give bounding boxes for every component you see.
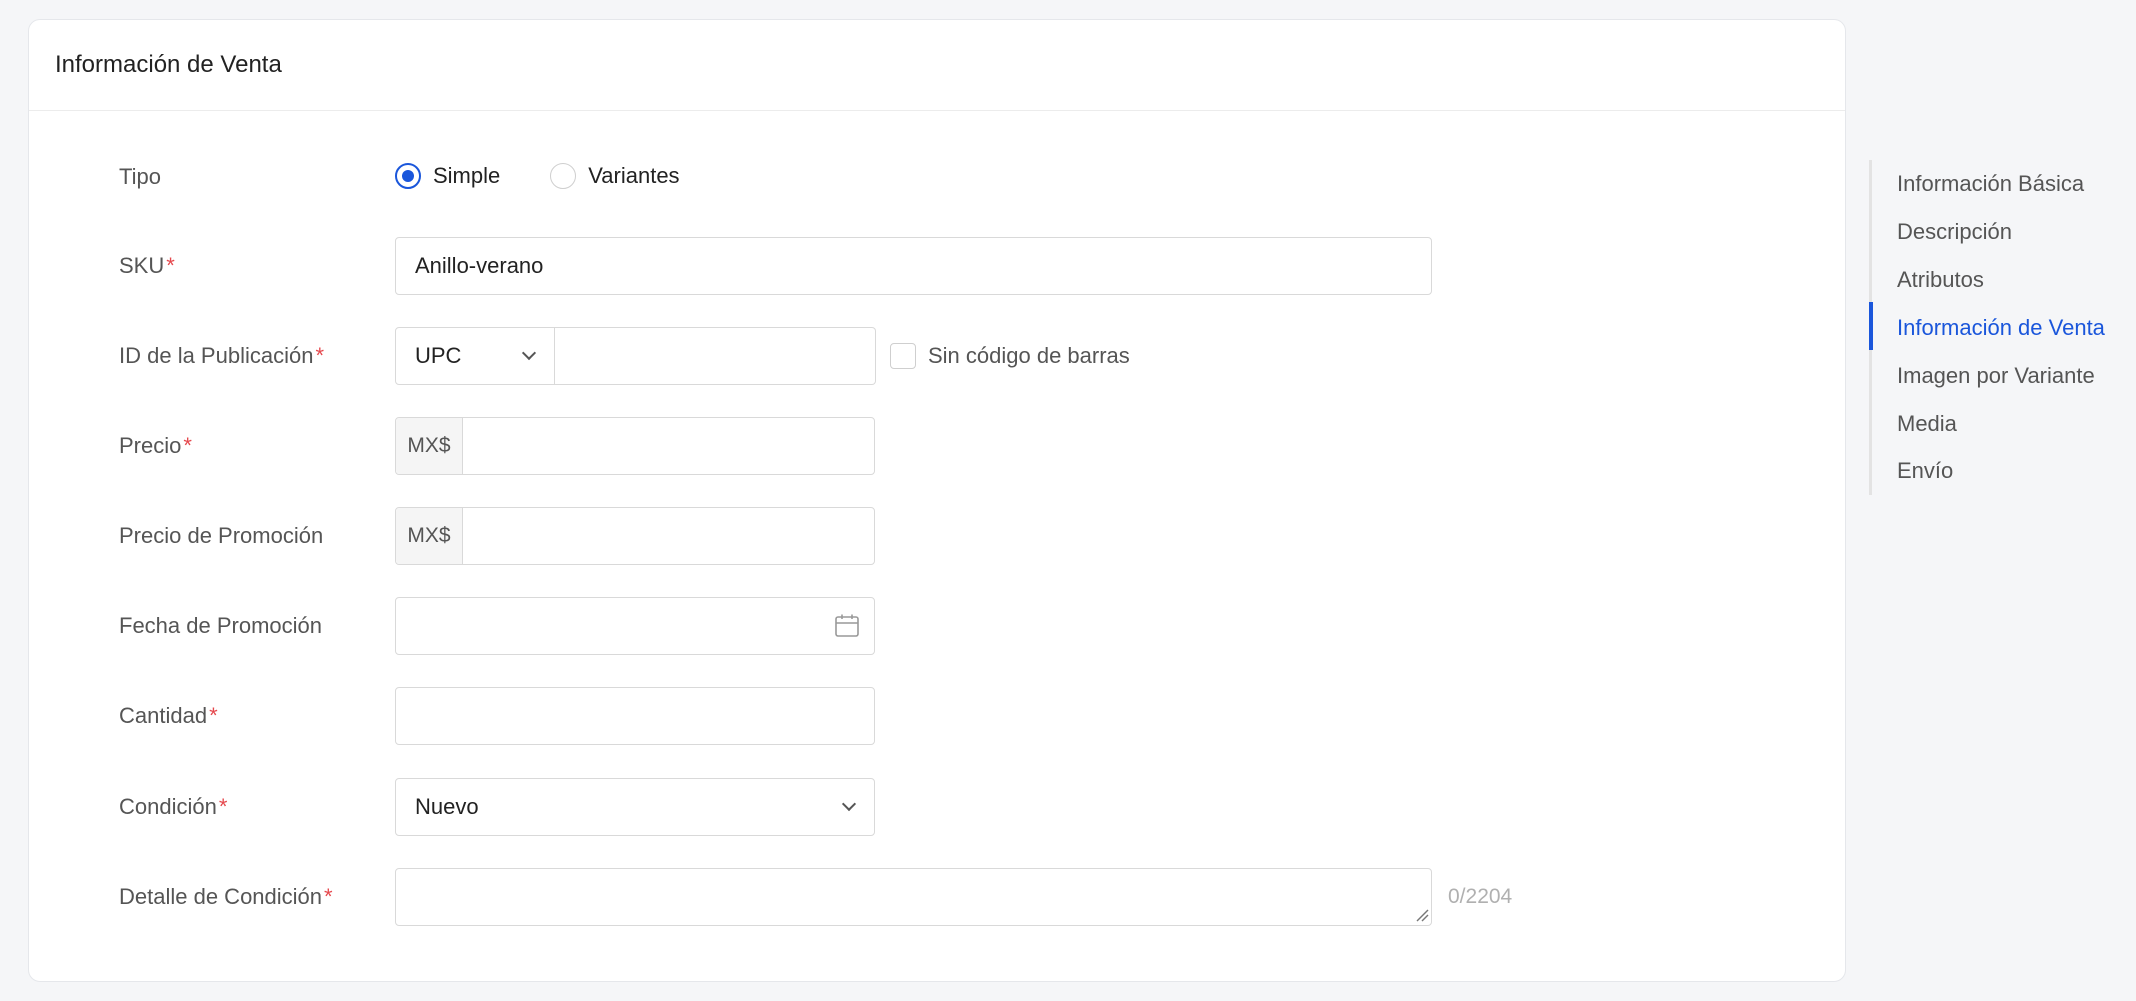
required-mark: * [166,253,175,278]
no-barcode-label: Sin código de barras [928,343,1130,368]
sku-input[interactable]: Anillo-verano [395,237,1432,295]
anchor-active-indicator [1869,302,1873,350]
required-mark: * [183,433,192,458]
radio-variantes-indicator[interactable] [550,163,577,189]
char-counter: 0/2204 [1448,885,1513,908]
no-barcode-option[interactable]: Sin código de barras [890,343,1130,369]
currency-prefix: MX$ [396,418,463,474]
sales-info-card: Información de Venta Tipo Simple Variant… [28,19,1846,982]
publicacion-group: UPC Sin código de barras [395,327,1130,385]
precio-promocion-label: Precio de Promoción [119,523,323,549]
precio-field[interactable]: MX$ [395,417,875,475]
precio-promocion-field[interactable]: MX$ [395,507,875,565]
sku-label-text: SKU [119,253,165,278]
code-type-select[interactable]: UPC [395,327,555,385]
condicion-label: Condición* [119,794,227,820]
code-type-value: UPC [415,343,462,368]
anchor-item-informacion-basica[interactable]: Información Básica [1897,171,2084,197]
fecha-promocion-picker[interactable] [395,597,875,655]
publicacion-label-text: ID de la Publicación [119,343,314,368]
tipo-label: Tipo [119,164,161,190]
anchor-item-atributos[interactable]: Atributos [1897,267,1984,293]
calendar-icon[interactable] [834,613,860,639]
anchor-nav: Información Básica Descripción Atributos… [1869,160,2129,495]
detalle-condicion-group: 0/2204 [395,868,1512,926]
section-title: Información de Venta [29,20,1845,111]
currency-prefix: MX$ [396,508,463,564]
condicion-value: Nuevo [415,794,479,819]
radio-simple-indicator[interactable] [395,163,421,189]
condicion-label-text: Condición [119,794,217,819]
cantidad-input[interactable] [395,687,875,745]
code-value-input[interactable] [555,327,876,385]
chevron-down-icon [521,345,537,361]
no-barcode-checkbox[interactable] [890,343,916,369]
tipo-label-text: Tipo [119,164,161,189]
required-mark: * [209,703,218,728]
radio-variantes-label: Variantes [588,163,680,188]
detalle-condicion-label-text: Detalle de Condición [119,884,323,909]
cantidad-label-text: Cantidad [119,703,208,728]
required-mark: * [324,884,333,909]
anchor-item-envio[interactable]: Envío [1897,458,1953,484]
fecha-promocion-label: Fecha de Promoción [119,613,322,639]
precio-label: Precio* [119,433,192,459]
radio-variantes[interactable]: Variantes [550,163,680,189]
cantidad-label: Cantidad* [119,703,218,729]
radio-simple-label: Simple [433,163,501,188]
chevron-down-icon [841,796,857,812]
detalle-condicion-textarea[interactable] [395,868,1432,926]
fecha-promocion-label-text: Fecha de Promoción [119,613,322,638]
detalle-condicion-label: Detalle de Condición* [119,884,333,910]
precio-promocion-label-text: Precio de Promoción [119,523,324,548]
anchor-item-informacion-de-venta[interactable]: Información de Venta [1897,315,2105,341]
radio-simple[interactable]: Simple [395,163,500,189]
tipo-radio-group: Simple Variantes [395,163,680,189]
required-mark: * [218,794,228,819]
required-mark: * [315,343,325,368]
publicacion-label: ID de la Publicación* [119,343,324,369]
anchor-item-media[interactable]: Media [1897,411,1957,437]
condicion-select[interactable]: Nuevo [395,778,875,836]
precio-label-text: Precio [119,433,182,458]
anchor-item-descripcion[interactable]: Descripción [1897,219,2012,245]
sku-label: SKU* [119,253,175,279]
resize-handle-icon[interactable] [1415,908,1429,922]
anchor-item-imagen-por-variante[interactable]: Imagen por Variante [1897,363,2095,389]
